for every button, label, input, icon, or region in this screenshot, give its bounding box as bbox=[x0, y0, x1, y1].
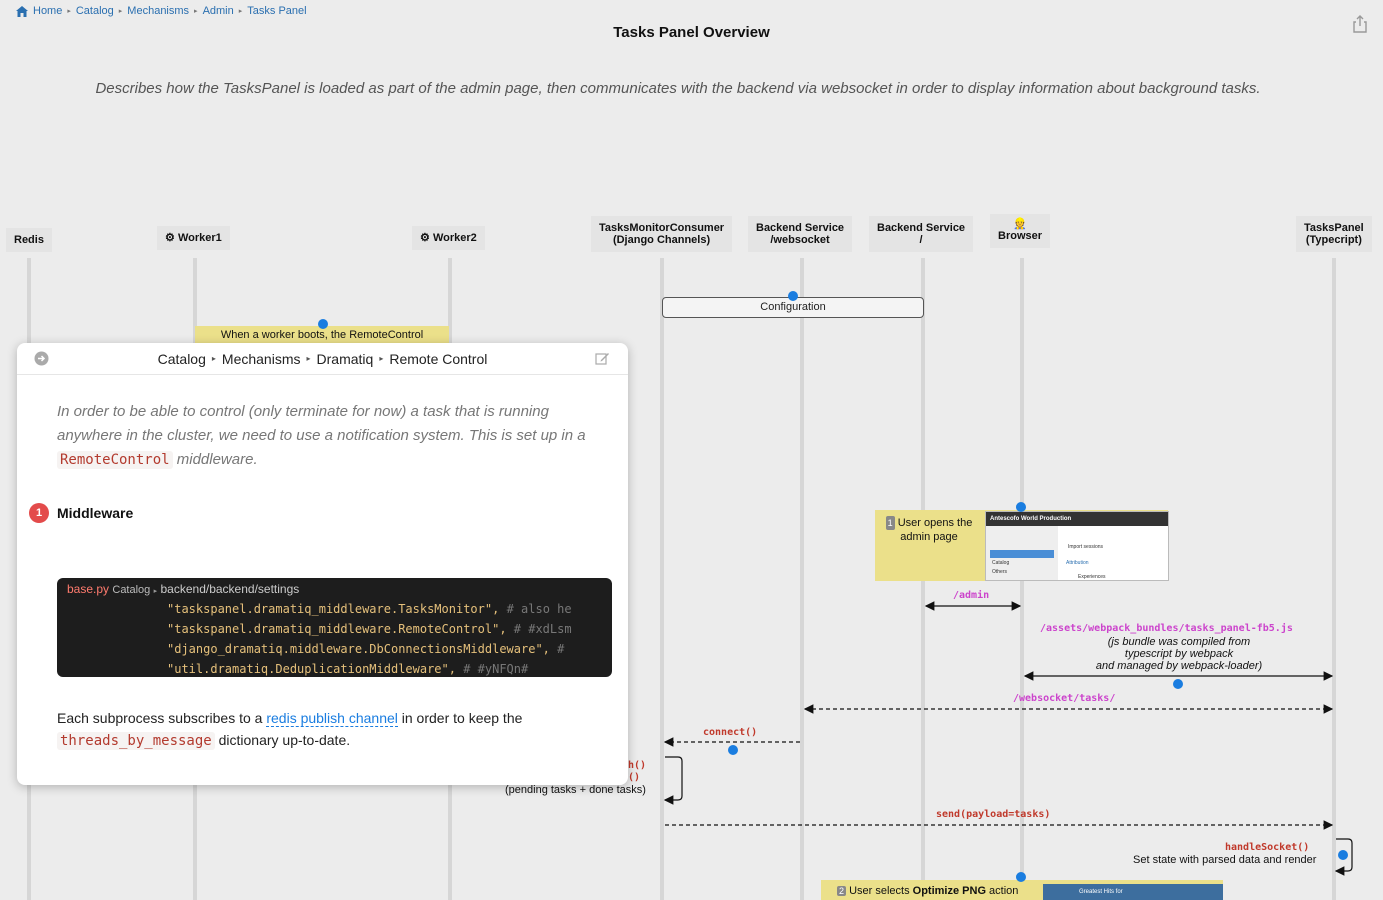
label-admin: /admin bbox=[953, 590, 990, 601]
intro-code: RemoteControl bbox=[57, 451, 173, 469]
intro-text: In order to be able to control (only ter… bbox=[57, 403, 586, 444]
breadcrumb-separator: ▸ bbox=[211, 354, 216, 363]
label-websocket: /websocket/tasks/ bbox=[1013, 693, 1116, 704]
self-loop-arrow bbox=[663, 756, 683, 805]
code-text: "taskspanel.dramatiq_middleware.TasksMon… bbox=[167, 602, 500, 616]
handle-socket-note: Set state with parsed data and render bbox=[1133, 854, 1317, 866]
redis-publish-channel-link[interactable]: redis publish channel bbox=[266, 710, 398, 727]
code-filename[interactable]: base.py bbox=[67, 582, 109, 596]
code-path: backend/backend/settings bbox=[160, 582, 300, 596]
optimize-bold-text: Optimize PNG bbox=[912, 885, 986, 897]
code-line: "taskspanel.dramatiq_middleware.TasksMon… bbox=[167, 602, 572, 616]
label-self-1: h() bbox=[628, 760, 647, 771]
popup-breadcrumb-item[interactable]: Mechanisms bbox=[222, 351, 301, 367]
label-assets: /assets/webpack_bundles/tasks_panel-fb5.… bbox=[1040, 623, 1293, 634]
section-title: Middleware bbox=[57, 505, 134, 521]
code-line: "taskspanel.dramatiq_middleware.RemoteCo… bbox=[167, 622, 572, 636]
anchor-dot[interactable] bbox=[1016, 872, 1026, 882]
popup-intro: In order to be able to control (only ter… bbox=[57, 400, 612, 472]
popup-breadcrumb-item[interactable]: Catalog bbox=[158, 351, 206, 367]
optimize-screenshot-thumbnail: Greatest Hits for bbox=[1043, 884, 1223, 900]
breadcrumb-separator: ▸ bbox=[153, 588, 158, 595]
code-text: "taskspanel.dramatiq_middleware.RemoteCo… bbox=[167, 622, 507, 636]
label-send: send(payload=tasks) bbox=[936, 809, 1051, 820]
remote-control-popup[interactable]: Catalog ▸ Mechanisms ▸ Dramatiq ▸ Remote… bbox=[17, 343, 628, 785]
footer-code: threads_by_message bbox=[57, 732, 215, 750]
code-comment: # #xdLsm bbox=[506, 622, 572, 636]
edit-icon[interactable] bbox=[595, 351, 610, 366]
code-line: "django_dramatiq.middleware.DbConnection… bbox=[167, 642, 564, 656]
optimize-text: action bbox=[986, 885, 1019, 897]
popup-header: Catalog ▸ Mechanisms ▸ Dramatiq ▸ Remote… bbox=[17, 343, 628, 375]
anchor-dot[interactable] bbox=[1173, 679, 1183, 689]
label-handle-socket: handleSocket() bbox=[1225, 842, 1310, 853]
assets-note-line: typescript by webpack bbox=[1124, 648, 1234, 660]
code-text: "django_dramatiq.middleware.DbConnection… bbox=[167, 642, 550, 656]
intro-text: middleware. bbox=[172, 451, 258, 468]
code-header: base.py Catalog ▸ backend/backend/settin… bbox=[67, 582, 299, 596]
section-number-badge: 1 bbox=[29, 503, 49, 523]
middleware-section-heading: 1 Middleware bbox=[29, 503, 133, 523]
code-block[interactable]: base.py Catalog ▸ backend/backend/settin… bbox=[57, 578, 612, 677]
assets-note-line: (js bundle was compiled from bbox=[1107, 636, 1251, 648]
label-self-2: () bbox=[628, 772, 641, 783]
popup-breadcrumb-item[interactable]: Dramatiq bbox=[317, 351, 374, 367]
footer-text: dictionary up-to-date. bbox=[214, 732, 351, 748]
footer-text: in order to keep the bbox=[397, 710, 523, 726]
code-comment: # also he bbox=[499, 602, 572, 616]
popup-breadcrumb-item[interactable]: Remote Control bbox=[389, 351, 487, 367]
footer-text: Each subprocess subscribes to a bbox=[57, 710, 267, 726]
code-line: "util.dramatiq.DeduplicationMiddleware",… bbox=[167, 662, 528, 676]
optimize-png-note[interactable]: 2 User selects Optimize PNG action Great… bbox=[821, 880, 1223, 900]
anchor-dot[interactable] bbox=[1338, 850, 1348, 860]
navigate-arrow-icon[interactable] bbox=[34, 351, 49, 366]
code-path-prefix: Catalog bbox=[112, 584, 151, 596]
thumbnail-text: Greatest Hits for bbox=[1079, 889, 1123, 895]
breadcrumb-separator: ▸ bbox=[379, 354, 384, 363]
self-loop-note: (pending tasks + done tasks) bbox=[505, 784, 646, 796]
popup-footer-text: Each subprocess subscribes to a redis pu… bbox=[57, 707, 597, 752]
code-comment: # #yNFQn# bbox=[455, 662, 529, 676]
step-badge: 2 bbox=[837, 886, 847, 896]
breadcrumb-separator: ▸ bbox=[306, 354, 311, 363]
optimize-text: User selects bbox=[849, 885, 913, 897]
assets-note-line: and managed by webpack-loader) bbox=[1095, 660, 1263, 672]
code-text: "util.dramatiq.DeduplicationMiddleware", bbox=[167, 662, 456, 676]
anchor-dot[interactable] bbox=[728, 745, 738, 755]
assets-note: (js bundle was compiled from typescript … bbox=[1060, 636, 1298, 672]
code-comment: # bbox=[549, 642, 565, 656]
label-connect: connect() bbox=[703, 727, 758, 738]
